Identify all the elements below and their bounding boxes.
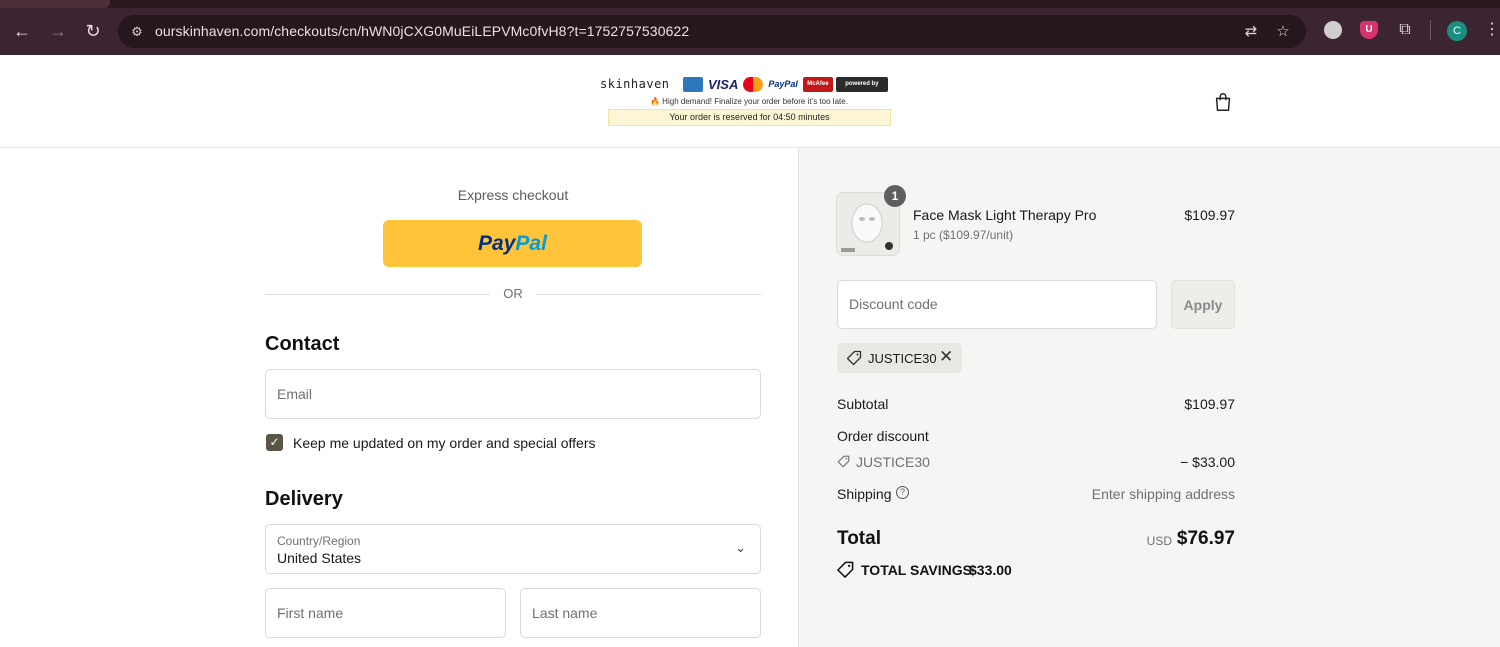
discount-value: − $33.00 — [1180, 454, 1235, 470]
marketing-checkbox[interactable]: ✓ — [266, 434, 283, 451]
order-discount-label: Order discount — [837, 428, 929, 444]
paypal-badge: PayPal — [768, 78, 798, 89]
brand-logo[interactable]: skinhaven — [600, 77, 670, 91]
email-field[interactable]: Email — [265, 369, 761, 419]
url-text[interactable]: ourskinhaven.com/checkouts/cn/hWN0jCXG0M… — [155, 23, 689, 39]
shipping-value: Enter shipping address — [1091, 486, 1235, 502]
total-value: $76.97 — [1176, 528, 1235, 549]
express-checkout-label: Express checkout — [457, 187, 569, 203]
country-select[interactable]: Country/Region United States ⌄ — [265, 524, 761, 574]
marketing-label[interactable]: Keep me updated on my order and special … — [293, 435, 595, 451]
apply-discount-button[interactable]: Apply — [1171, 280, 1235, 329]
shipping-label: Shipping — [837, 486, 892, 502]
discount-tag-icon — [837, 455, 850, 468]
total-label: Total — [837, 528, 881, 549]
subtotal-label: Subtotal — [837, 396, 889, 412]
extension-icon[interactable] — [1324, 21, 1342, 39]
savings-tag-icon — [837, 561, 854, 578]
stripe-badge: powered by stripe — [835, 76, 888, 102]
discount-code-label: JUSTICE30 — [856, 454, 930, 470]
toolbar-divider — [1430, 20, 1431, 40]
mastercard-badge-icon — [743, 76, 764, 92]
subtotal-value: $109.97 — [1184, 396, 1235, 412]
translate-icon[interactable]: ⇄ — [1241, 22, 1261, 42]
extensions-puzzle-icon[interactable]: ⧉ — [1396, 21, 1414, 39]
paypal-logo-part1: Pay — [478, 231, 516, 255]
product-name: Face Mask Light Therapy Pro — [913, 207, 1097, 223]
chevron-down-icon: ⌄ — [735, 540, 746, 555]
browser-toolbar: ← → ↻ ⚙ ourskinhaven.com/checkouts/cn/hW… — [0, 0, 1500, 55]
discount-code-input[interactable]: Discount code — [837, 280, 1157, 329]
site-header: skinhaven VISA PayPal McAfee SECURE powe… — [0, 55, 1500, 148]
currency-code: USD — [1146, 534, 1172, 548]
shopping-bag-icon[interactable] — [1212, 91, 1234, 113]
payment-badges: VISA PayPal McAfee SECURE powered by str… — [683, 76, 888, 102]
or-divider: OR — [265, 286, 761, 302]
visa-badge: VISA — [708, 76, 739, 92]
applied-discount-chip: JUSTICE30 ✕ — [837, 343, 962, 373]
product-unit-price: 1 pc ($109.97/unit) — [913, 228, 1014, 242]
reload-icon[interactable]: ↻ — [81, 19, 105, 43]
total-savings-label: TOTAL SAVINGS — [861, 562, 972, 578]
tab-strip — [0, 0, 1500, 8]
paypal-logo-part2: Pal — [515, 231, 547, 255]
site-settings-icon[interactable]: ⚙ — [128, 23, 146, 41]
bookmark-star-icon[interactable]: ☆ — [1273, 22, 1293, 42]
shield-extension-icon[interactable]: U — [1360, 21, 1378, 39]
country-value: United States — [277, 550, 362, 566]
remove-discount-icon[interactable]: ✕ — [939, 347, 953, 367]
quantity-badge: 1 — [884, 185, 906, 207]
last-name-field[interactable]: Last name — [520, 588, 761, 638]
profile-avatar[interactable]: C — [1447, 21, 1467, 41]
paypal-button[interactable]: Pay Pal — [383, 220, 642, 267]
applied-code: JUSTICE30 — [868, 351, 937, 366]
amex-badge-icon — [683, 76, 703, 92]
delivery-title: Delivery — [265, 488, 343, 510]
mcafee-badge: McAfee SECURE — [802, 76, 833, 102]
help-question-icon[interactable]: ? — [896, 486, 909, 499]
address-bar[interactable]: ⚙ ourskinhaven.com/checkouts/cn/hWN0jCXG… — [118, 15, 1306, 48]
back-arrow-icon[interactable]: ← — [10, 19, 34, 43]
product-price: $109.97 — [1184, 207, 1235, 223]
first-name-field[interactable]: First name — [265, 588, 506, 638]
tag-icon — [846, 350, 862, 366]
country-label: Country/Region — [277, 534, 361, 548]
contact-title: Contact — [265, 333, 340, 355]
demand-notice: 🔥 High demand! Finalize your order befor… — [650, 97, 848, 106]
active-tab[interactable] — [0, 0, 110, 8]
total-savings-value: $33.00 — [969, 562, 1012, 578]
forward-arrow-icon[interactable]: → — [46, 19, 70, 43]
reservation-timer: Your order is reserved for 04:50 minutes — [608, 109, 891, 126]
browser-menu-icon[interactable]: ⋮ — [1484, 19, 1500, 41]
